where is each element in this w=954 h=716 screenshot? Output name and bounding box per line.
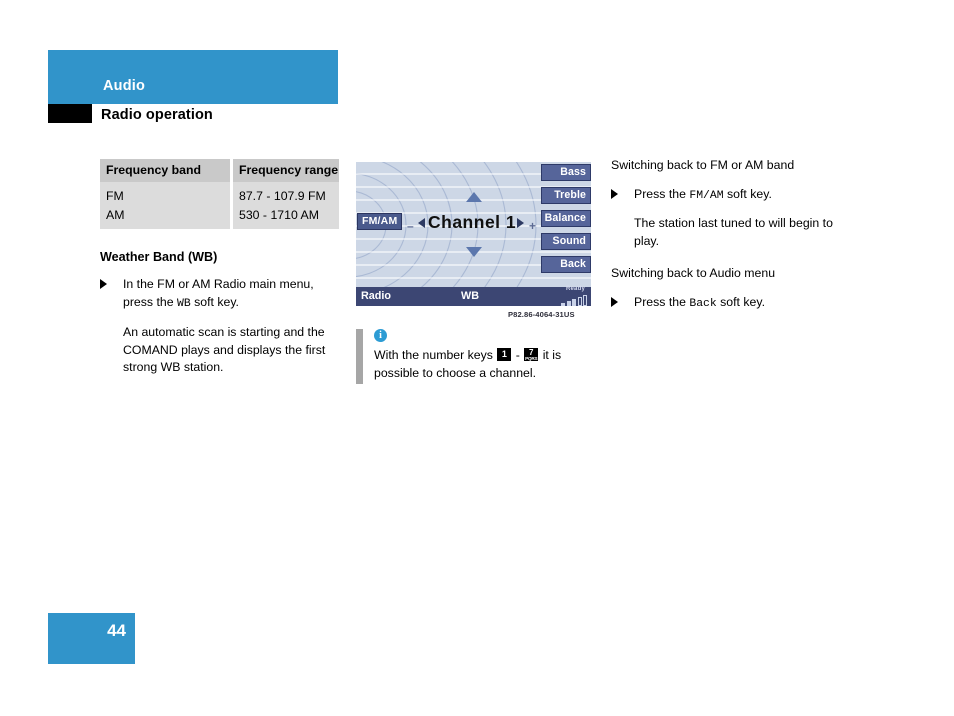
header-chapter-band [48,50,338,104]
softkey-back[interactable]: Back [541,256,591,273]
note-text: With the number keys 1 - 7 PQRS it is pos… [374,347,591,383]
signal-strength-icon [561,295,587,306]
softkey-treble[interactable]: Treble [541,187,591,204]
cell-band-am: AM [100,205,233,230]
cell-range-am: 530 - 1710 AM [231,205,339,230]
paragraph-auto-scan: An automatic scan is starting and the CO… [123,324,326,375]
softkey-sound[interactable]: Sound [541,233,591,250]
minus-indicator: – [407,219,414,233]
heading-switch-audio-menu: Switching back to Audio menu [611,266,776,281]
note-box: i With the number keys 1 - 7 PQRS it is p… [356,329,591,384]
channel-prev-arrow-icon[interactable] [418,218,425,228]
info-icon: i [374,329,387,342]
instruction-text-after: soft key. [723,186,772,201]
header-black-marker [48,104,92,123]
left-column: Frequency band Frequency range FM 87.7 -… [100,159,340,377]
table-header-row: Frequency band Frequency range [100,159,339,183]
softkey-name-fm-am: FM/AM [689,189,724,202]
fm-am-button[interactable]: FM/AM [357,213,403,230]
comand-display: FM/AM – + Channel 1 Bass Treble Balance … [356,162,591,306]
triangle-bullet-icon [611,296,618,307]
softkey-column: Bass Treble Balance Sound Back [541,164,591,279]
instruction-press-fm-am: Press the FM/AM soft key. [611,186,861,205]
right-column: Switching back to FM or AM band Press th… [611,157,861,312]
figure-reference-code: P82.86-4064-31US [508,310,575,319]
instruction-text-before: Press the [634,294,690,309]
subheading-weather-band: Weather Band (WB) [100,250,218,265]
table-row: AM 530 - 1710 AM [100,205,339,230]
instruction-press-back: Press the Back soft key. [611,294,861,313]
status-source-label: Radio [361,290,391,302]
softkey-name-wb: WB [177,298,191,311]
cell-range-fm: 87.7 - 107.9 FM [231,182,339,206]
number-key-1-icon: 1 [497,348,512,361]
section-title: Radio operation [101,107,213,123]
note-separator: - [512,348,524,362]
display-status-bar: Radio WB Ready [356,286,591,306]
cell-band-fm: FM [100,182,233,206]
paragraph-last-station: The station last tuned to will begin to … [634,216,833,249]
triangle-bullet-icon [611,188,618,199]
heading-switch-fm-am: Switching back to FM or AM band [611,158,795,172]
softkey-balance[interactable]: Balance [541,210,591,227]
up-arrow-icon[interactable] [466,192,482,202]
table-header-range: Frequency range [231,159,339,183]
frequency-table: Frequency band Frequency range FM 87.7 -… [100,159,339,230]
page-number: 44 [107,621,126,640]
down-arrow-icon[interactable] [466,247,482,257]
note-accent-bar [356,329,363,384]
number-key-7-icon: 7 PQRS [524,348,539,361]
chapter-title: Audio [103,78,146,94]
channel-next-arrow-icon[interactable] [517,218,524,228]
instruction-wb-softkey: In the FM or AM Radio main menu, press t… [100,276,340,312]
table-row: FM 87.7 - 107.9 FM [100,182,339,206]
table-header-band: Frequency band [100,159,233,183]
status-band-label: WB [461,290,479,302]
softkey-bass[interactable]: Bass [541,164,591,181]
center-column: FM/AM – + Channel 1 Bass Treble Balance … [356,162,591,384]
softkey-name-back: Back [689,297,717,310]
instruction-text-after: soft key. [716,294,766,309]
triangle-bullet-icon [100,279,107,290]
plus-indicator: + [529,219,537,233]
channel-label: Channel 1 [428,212,517,232]
footer-page-band: 44 [48,613,135,664]
status-ready-label: Ready [565,286,585,292]
note-text-before: With the number keys [374,348,497,362]
instruction-text-after: soft key. [190,295,239,310]
instruction-text-before: Press the [634,186,690,201]
